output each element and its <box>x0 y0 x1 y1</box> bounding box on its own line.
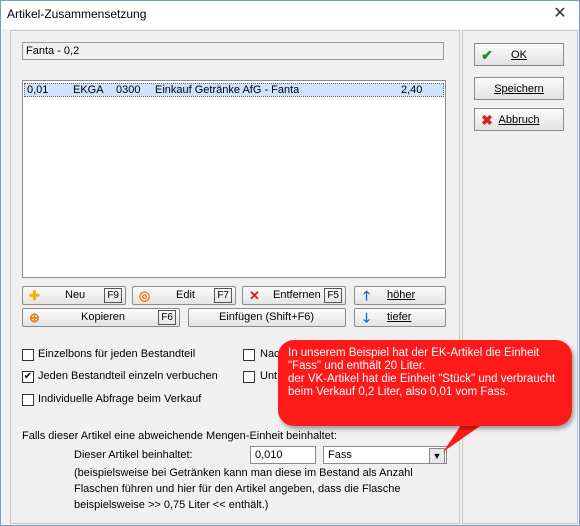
callout-text: In unserem Beispiel hat der EK-Artikel d… <box>288 347 556 398</box>
tooltip-callout: In unserem Beispiel hat der EK-Artikel d… <box>278 340 572 426</box>
callout-pointer <box>443 412 500 452</box>
